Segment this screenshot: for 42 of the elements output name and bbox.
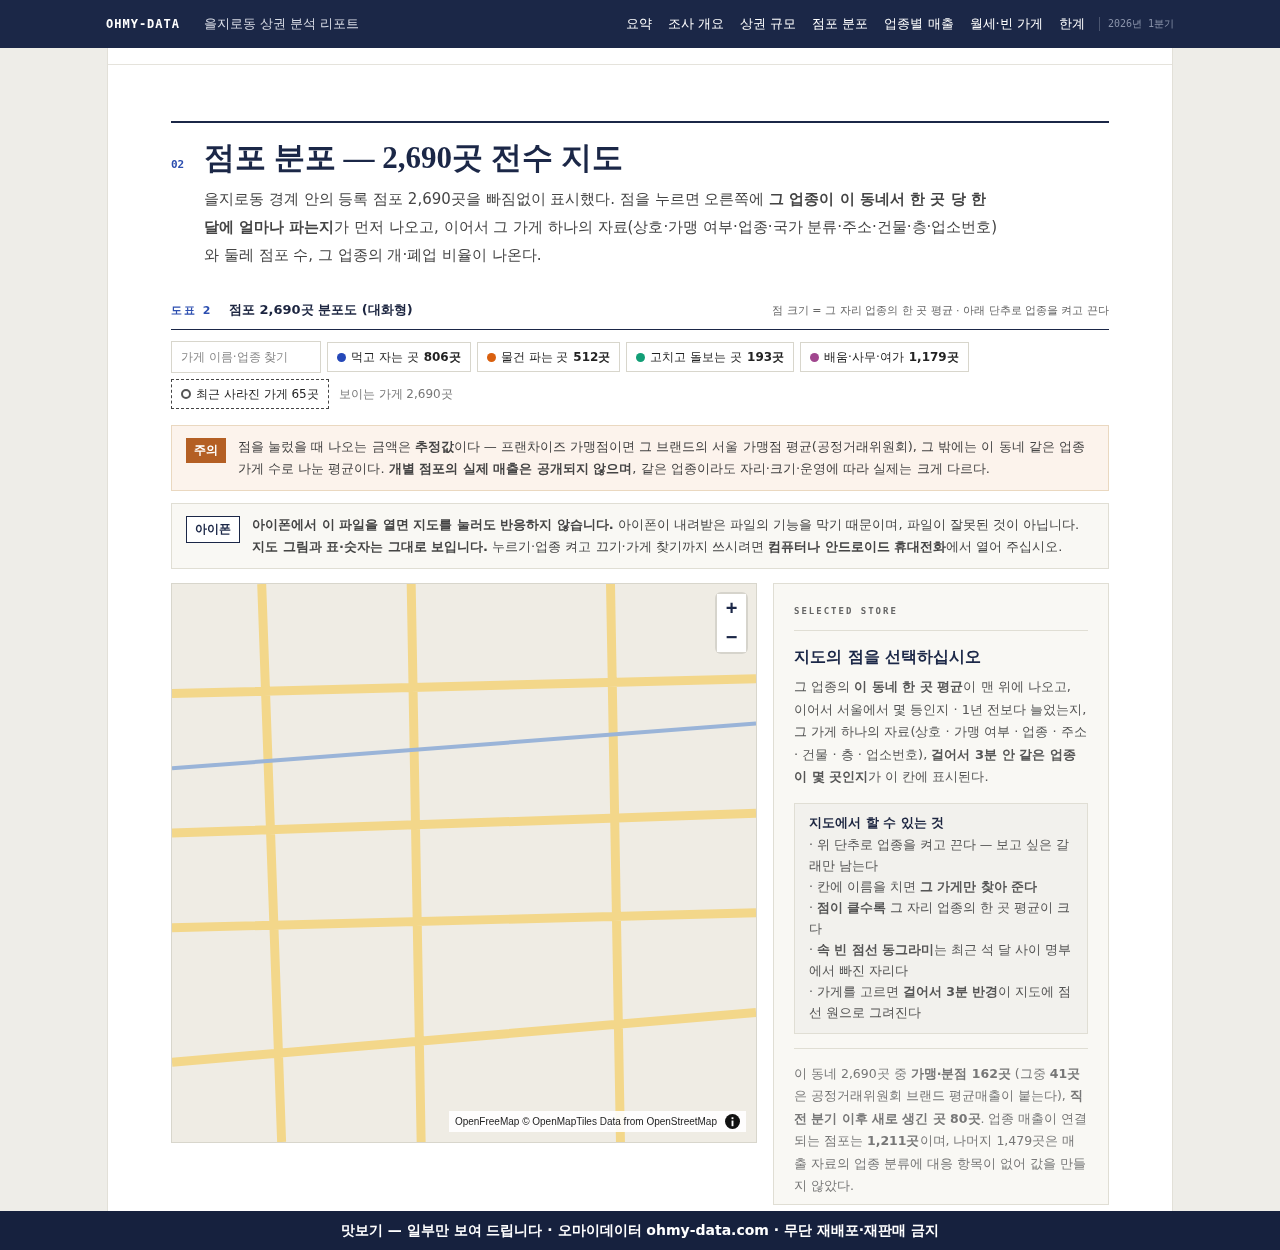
nav-link[interactable]: 한계: [1058, 15, 1085, 33]
search-field[interactable]: 가게 이름·업종 찾기: [171, 341, 321, 373]
figure-note: 점 크기 = 그 자리 업종의 한 곳 평균 · 아래 단추로 업종을 켜고 끈다: [772, 303, 1109, 318]
category-toggle[interactable]: 물건 파는 곳 512곳: [476, 342, 621, 372]
category-toggle[interactable]: 배움·사무·여가 1,179곳: [800, 342, 969, 372]
period-label: 2026년 1분기: [1098, 17, 1174, 31]
brand-logo[interactable]: OHMY-DATA: [106, 17, 181, 31]
nav-link[interactable]: 업종별 매출: [884, 15, 954, 33]
notice-tag: 아이폰: [186, 516, 240, 543]
map-placeholder[interactable]: + − OpenFreeMap © OpenMapTiles Data from OpenStreetMap: [171, 583, 757, 1143]
tips-title: 지도에서 할 수 있는 것: [809, 813, 946, 832]
figure-label: 도표 2: [171, 303, 214, 318]
tip-item: · 위 단추로 업종을 켜고 끈다 — 보고 싶은 갈래만 남는다: [809, 835, 1071, 875]
stats-paragraph: 이 동네 2,690곳 중 가맹·분점 162곳 (그중 41곳은 공정거래위원회 브랜드 평균매출이 붙는다), 직전 분기 이후 새로 생긴 곳 80곳. 업종 매출이 연결되는 점포는 1,211곳이며, 나머지 1,479곳은 매출 자료의 업종 분류에 대응 항목이 없어 값을 만들지 않았다.: [794, 1047, 1088, 1198]
panel-description: 그 업종의 이 동네 한 곳 평균이 맨 위에 나오고, 이어서 서울에서 몇 등인지 · 1년 전보다 늘었는지, 그 가게 하나의 자료(상호 · 가맹 여부 · 업종 · 주소 · 건물 · 층 · 업소번호), 걸어서 3분 안 같은 업종이 몇 곳인지가 이 칸에 표시된다.: [794, 678, 1088, 786]
info-icon[interactable]: [725, 1114, 740, 1129]
nav-link[interactable]: 조사 개요: [668, 15, 725, 33]
tip-item: · 칸에 이름을 치면 그 가게만 찾아 준다: [809, 877, 1038, 896]
notice-text: 점을 눌렀을 때 나오는 금액은 추정값이다 — 프랜차이즈 가맹점이면 그 브랜드의 서울 가맹점 평균(공정거래위원회), 그 밖에는 이 동네 같은 업종 가게 수로 나눈 평균이다. 개별 점포의 실제 매출은 공개되지 않으며, 같은 업종이라도 자리·크기·운영에 따라 실제는 크게 다르다.: [238, 438, 1086, 478]
nav-link[interactable]: 월세·빈 가게: [969, 15, 1043, 33]
intro-paragraph: 을지로동 경계 안의 등록 점포 2,690곳을 빠짐없이 표시했다. 점을 누르면 오른쪽에 그 업종이 이 동네서 한 곳 당 한 달에 얼마나 파는지가 먼저 나오고, 이어서 그 가게 하나의 자료(상호·가맹 여부·업종·국가 분류·주소·건물·층·업소번호)와 둘레 점포 수, 그 업종의 개·폐업 비율이 나온다.: [204, 189, 999, 266]
nav-link[interactable]: 점포 분포: [812, 15, 869, 33]
panel-title: 지도의 점을 선택하십시오: [794, 647, 983, 668]
ring-icon: [181, 389, 191, 399]
notice-text: 아이폰에서 이 파일을 열면 지도를 눌러도 반응하지 않습니다. 아이폰이 내려받은 파일의 기능을 막기 때문이며, 파일이 잘못된 것이 아닙니다. 지도 그림과 표·숫자는 그대로 보입니다. 누르기·업종 켜고 끄기·가게 찾기까지 쓰시려면 컴퓨터나 안드로이드 휴대전화에서 열어 주십시오.: [252, 516, 1081, 556]
tip-item: · 점이 클수록 그 자리 업종의 한 곳 평균이 크다: [809, 898, 1072, 938]
figure-title: 점포 2,690곳 분포도 (대화형): [229, 301, 413, 319]
nav-link[interactable]: 요약: [626, 15, 653, 33]
nav-link[interactable]: 상권 규모: [740, 15, 797, 33]
tip-item: · 가게를 고르면 걸어서 3분 반경이 지도에 점선 원으로 그려진다: [809, 982, 1073, 1022]
report-title: 을지로동 상권 분석 리포트: [204, 15, 360, 33]
panel-eyebrow: SELECTED STORE: [794, 606, 1088, 631]
section-number: 02: [171, 158, 186, 171]
map-attribution: OpenFreeMap © OpenMapTiles Data from OpenStreetMap: [454, 1116, 717, 1127]
section-title: 점포 분포 — 2,690곳 전수 지도: [204, 139, 623, 177]
closed-stores-toggle[interactable]: 최근 사라진 가게 65곳: [171, 379, 329, 409]
category-toggle[interactable]: 먹고 자는 곳 806곳: [327, 342, 471, 372]
category-toggle[interactable]: 고치고 돌보는 곳 193곳: [626, 342, 795, 372]
footer-banner: 맛보기 — 일부만 보여 드립니다 · 오마이데이터 ohmy-data.com · 무단 재배포·재판매 금지: [0, 1211, 1280, 1250]
tip-item: · 속 빈 점선 동그라미는 최근 석 달 사이 명부에서 빠진 자리다: [809, 940, 1072, 980]
visible-count: 보이는 가게 2,690곳: [338, 385, 453, 403]
notice-tag: 주의: [186, 438, 226, 463]
